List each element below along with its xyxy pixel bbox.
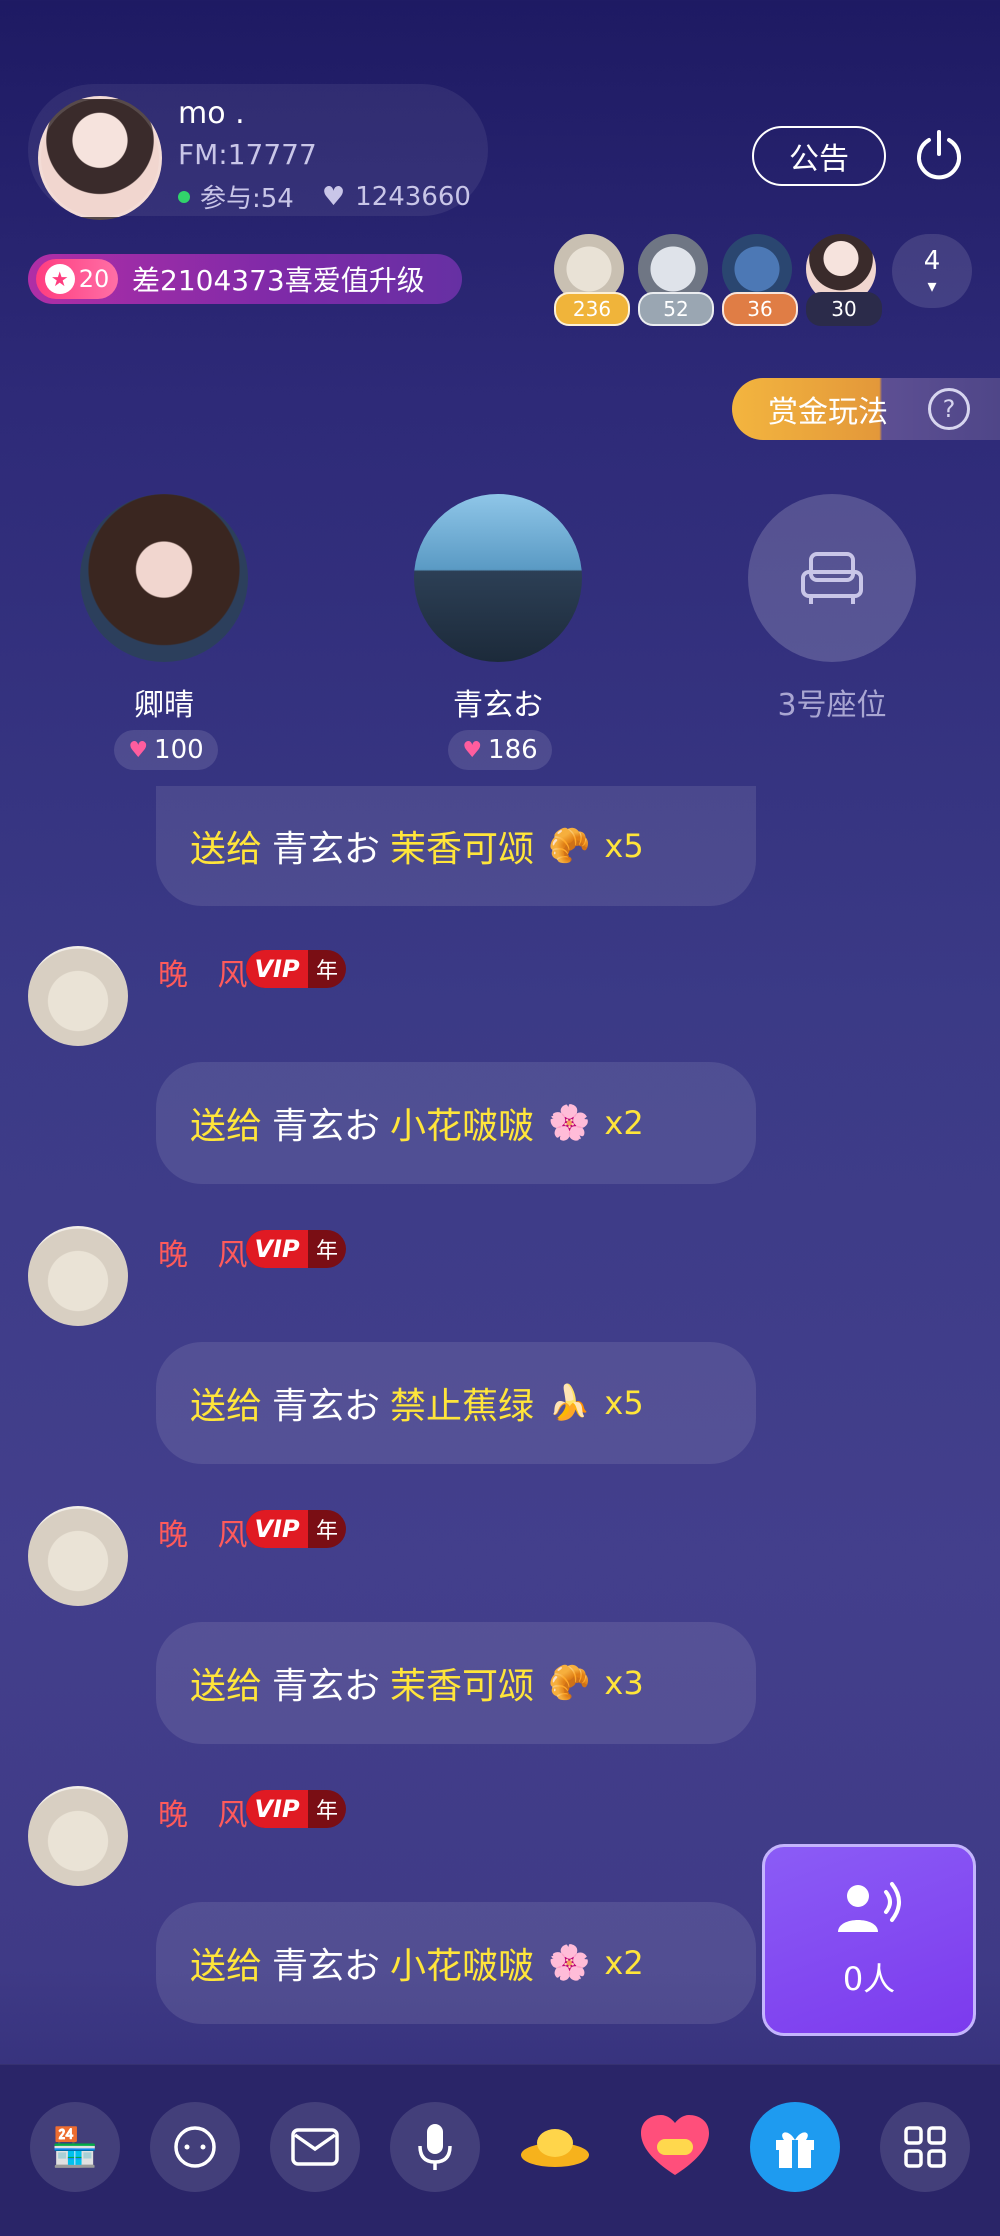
host-fm-id: FM:17777 bbox=[178, 138, 317, 171]
gift-prefix: 送给 bbox=[190, 1946, 263, 1987]
speaker-icon bbox=[838, 1882, 901, 1932]
vip-year-label: 年 bbox=[315, 1519, 338, 1544]
gift-target: 青玄お bbox=[272, 1666, 381, 1707]
seat-2-avatar[interactable] bbox=[414, 494, 582, 662]
heart-icon: ♥ bbox=[321, 181, 346, 212]
host-name: mo . bbox=[178, 96, 245, 131]
chat-gift-message: 送给 青玄お 小花啵啵 🌸 x2 bbox=[156, 1062, 756, 1184]
gift-target: 青玄お bbox=[272, 829, 381, 870]
seat-2-name: 青玄お bbox=[453, 688, 543, 723]
shop-icon[interactable]: 🏪 bbox=[30, 2102, 120, 2192]
gift-count: x5 bbox=[604, 827, 644, 865]
seat-3-empty[interactable] bbox=[748, 494, 916, 662]
host-stats: 参与:54 ♥ 1243660 bbox=[178, 178, 471, 215]
hearts-count: 1243660 bbox=[355, 181, 471, 212]
gift-name: 小花啵啵 bbox=[390, 1106, 535, 1147]
heart-icon: ♥ bbox=[462, 737, 483, 763]
chat-username[interactable]: 晚 风 bbox=[158, 1230, 258, 1274]
chat-icon[interactable] bbox=[150, 2102, 240, 2192]
seat-2-score-value: 186 bbox=[488, 735, 538, 765]
bounty-label: 赏金玩法 bbox=[768, 395, 888, 430]
vip-label: VIP bbox=[246, 1790, 308, 1828]
chat-gift-message: 送给 青玄お 小花啵啵 🌸 x2 bbox=[156, 1902, 756, 2024]
vip-label: VIP bbox=[246, 1230, 308, 1268]
viewer-score-badge: 30 bbox=[806, 292, 882, 326]
gift-icon[interactable] bbox=[750, 2102, 840, 2192]
chat-gift-message: 送给 青玄お 茉香可颂 🥐 x3 bbox=[156, 1622, 756, 1744]
level-number: 20 bbox=[78, 265, 110, 293]
seat-1-avatar[interactable] bbox=[80, 494, 248, 662]
vip-badge: VIP 年 bbox=[246, 1230, 346, 1268]
participants-count: 参与:54 bbox=[200, 184, 294, 214]
gift-prefix: 送给 bbox=[190, 1386, 263, 1427]
gold-ingot-icon[interactable] bbox=[510, 2102, 600, 2192]
vip-year-label: 年 bbox=[315, 1799, 338, 1824]
sofa-icon bbox=[801, 552, 863, 604]
power-icon[interactable] bbox=[912, 128, 966, 182]
flower-icon: 🌸 bbox=[548, 1943, 591, 1983]
gift-prefix: 送给 bbox=[190, 1106, 263, 1147]
chat-gift-message: 送给 青玄お 茉香可颂 🥐 x5 bbox=[156, 786, 756, 906]
apps-icon[interactable] bbox=[880, 2102, 970, 2192]
banana-icon: 🍌 bbox=[548, 1383, 591, 1423]
vip-badge: VIP 年 bbox=[246, 950, 346, 988]
mail-icon[interactable] bbox=[270, 2102, 360, 2192]
vip-year-label: 年 bbox=[315, 1239, 338, 1264]
star-icon: ★ bbox=[44, 264, 75, 294]
more-viewers-count: 4 bbox=[923, 245, 941, 276]
seat-1-name: 卿晴 bbox=[134, 688, 194, 723]
gift-count: x2 bbox=[604, 1104, 644, 1142]
seat-3-name: 3号座位 bbox=[777, 688, 887, 723]
gift-prefix: 送给 bbox=[190, 829, 263, 870]
gift-target: 青玄お bbox=[272, 1386, 381, 1427]
gift-target: 青玄お bbox=[272, 1946, 381, 1987]
mic-icon[interactable] bbox=[390, 2102, 480, 2192]
room-level-pill[interactable]: ★ 20 差2104373喜爱值升级 bbox=[28, 254, 462, 304]
vip-badge: VIP 年 bbox=[246, 1510, 346, 1548]
chat-avatar[interactable] bbox=[28, 1226, 128, 1326]
seat-1-score: ♥ 100 bbox=[114, 730, 218, 770]
bounty-game-button[interactable]: 赏金玩法 ? bbox=[732, 378, 1000, 440]
gift-name: 小花啵啵 bbox=[390, 1946, 535, 1987]
level-badge: ★ 20 bbox=[36, 259, 118, 299]
gift-name: 禁止蕉绿 bbox=[390, 1386, 535, 1427]
listeners-count: 0人 bbox=[842, 1960, 896, 1998]
notice-button[interactable]: 公告 bbox=[752, 126, 886, 186]
chat-avatar[interactable] bbox=[28, 1786, 128, 1886]
help-icon[interactable]: ? bbox=[928, 388, 970, 430]
gift-prefix: 送给 bbox=[190, 1666, 263, 1707]
level-upgrade-text: 差2104373喜爱值升级 bbox=[132, 264, 425, 297]
gift-count: x2 bbox=[604, 1944, 644, 1982]
listeners-card[interactable]: 0人 bbox=[762, 1844, 976, 2036]
chat-avatar[interactable] bbox=[28, 946, 128, 1046]
gift-count: x5 bbox=[604, 1384, 644, 1422]
gift-name: 茉香可颂 bbox=[390, 829, 535, 870]
gift-count: x3 bbox=[604, 1664, 644, 1702]
vip-label: VIP bbox=[246, 950, 308, 988]
more-viewers-button[interactable]: 4 ▾ bbox=[892, 234, 972, 308]
croissant-icon: 🥐 bbox=[548, 1663, 591, 1703]
chat-username[interactable]: 晚 风 bbox=[158, 1790, 258, 1834]
gift-name: 茉香可颂 bbox=[390, 1666, 535, 1707]
viewer-score-badge: 236 bbox=[554, 292, 630, 326]
gift-target: 青玄お bbox=[272, 1106, 381, 1147]
chat-avatar[interactable] bbox=[28, 1506, 128, 1606]
seat-2-score: ♥ 186 bbox=[448, 730, 552, 770]
vip-label: VIP bbox=[246, 1510, 308, 1548]
croissant-icon: 🥐 bbox=[548, 826, 591, 866]
chat-username[interactable]: 晚 风 bbox=[158, 950, 258, 994]
flower-icon: 🌸 bbox=[548, 1103, 591, 1143]
vip-year-label: 年 bbox=[315, 959, 338, 984]
vip-badge: VIP 年 bbox=[246, 1790, 346, 1828]
viewer-score-badge: 52 bbox=[638, 292, 714, 326]
heart-gift-icon[interactable] bbox=[630, 2102, 720, 2192]
heart-icon: ♥ bbox=[128, 737, 149, 763]
online-dot-icon bbox=[178, 190, 190, 203]
viewer-score-badge: 36 bbox=[722, 292, 798, 326]
host-avatar[interactable] bbox=[38, 96, 162, 220]
chat-gift-message: 送给 青玄お 禁止蕉绿 🍌 x5 bbox=[156, 1342, 756, 1464]
seat-1-score-value: 100 bbox=[154, 735, 204, 765]
chat-username[interactable]: 晚 风 bbox=[158, 1510, 258, 1554]
chevron-down-icon: ▾ bbox=[927, 275, 937, 297]
